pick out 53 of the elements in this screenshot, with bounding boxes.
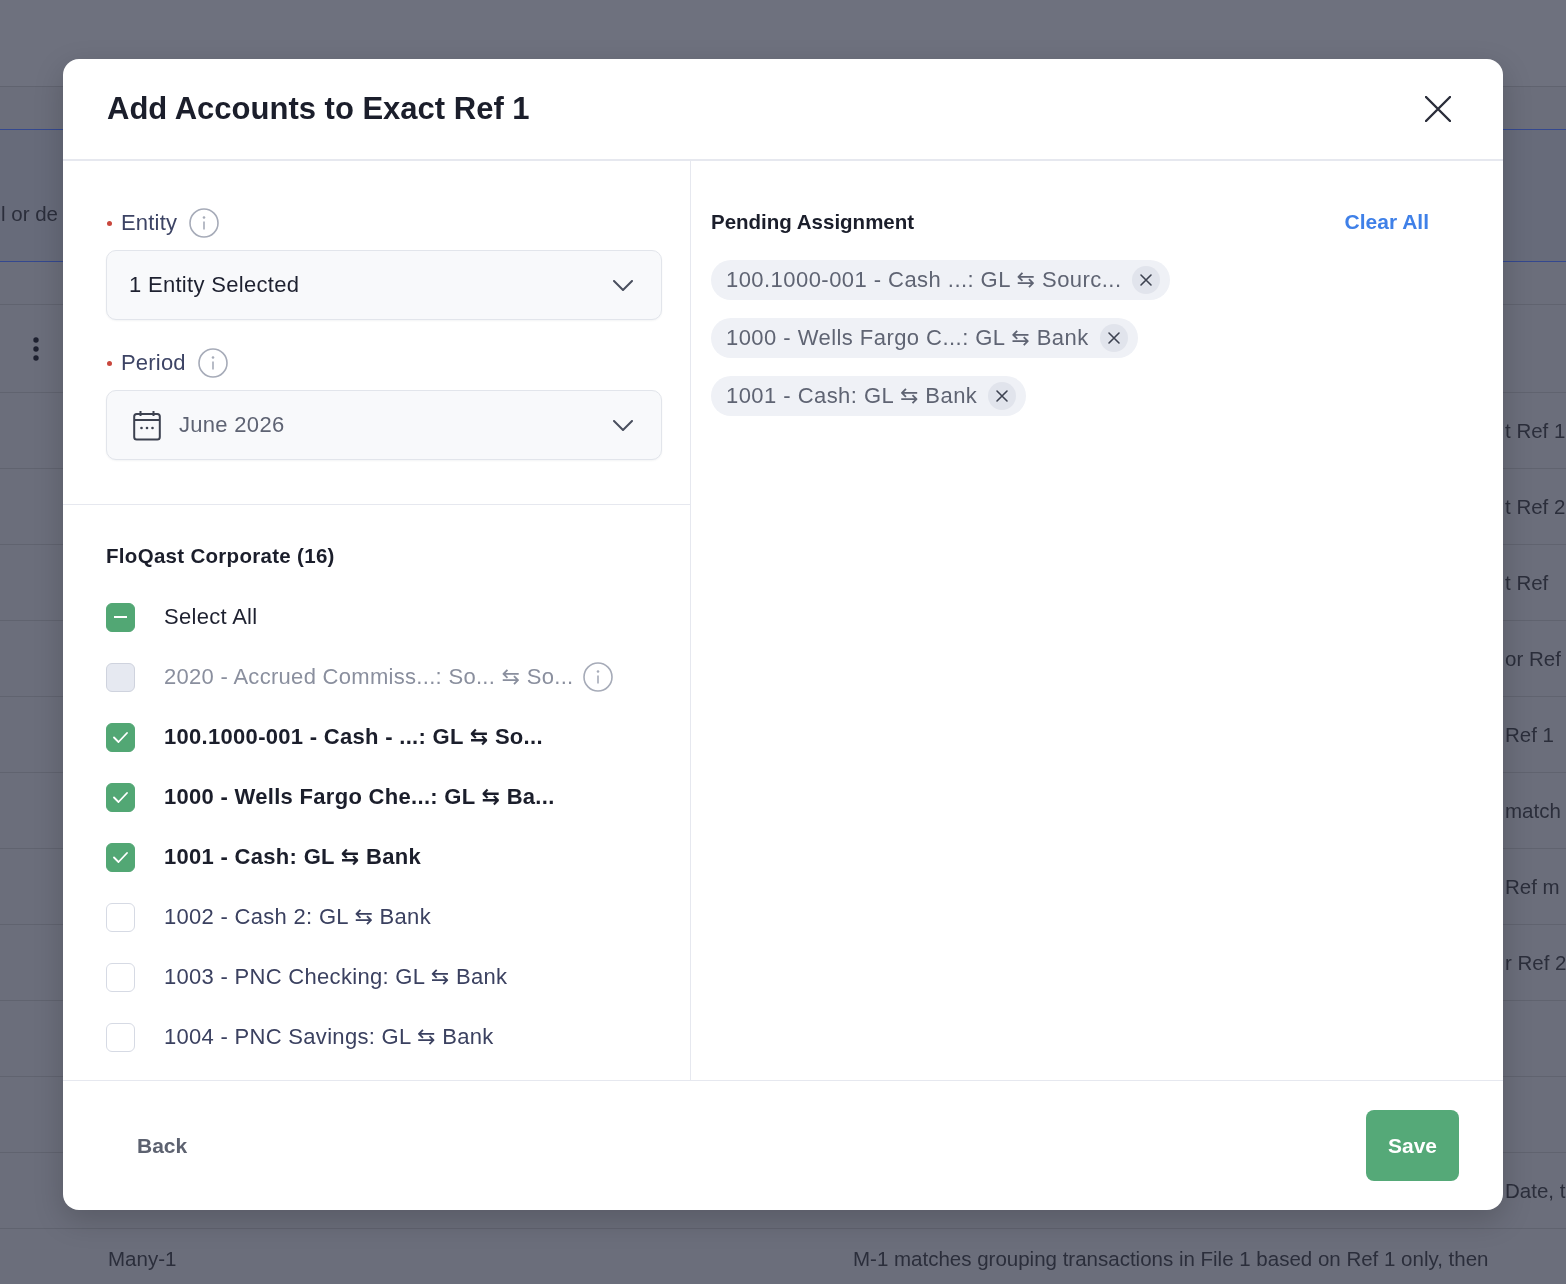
checkbox[interactable]	[106, 722, 135, 752]
remove-button[interactable]	[988, 382, 1017, 410]
table-cell: l or de	[1, 201, 58, 227]
account-label[interactable]: 1003 - PNC Checking: GL ⇆ Bank	[164, 964, 508, 990]
table-cell: Ref 1	[1505, 721, 1554, 748]
table-cell: match	[1505, 797, 1561, 824]
info-icon[interactable]	[197, 348, 228, 378]
chip-label: 100.1000-001 - Cash ...: GL ⇆ Sourc...	[726, 267, 1122, 293]
account-label[interactable]: 100.1000-001 - Cash - ...: GL ⇆ So...	[164, 724, 543, 750]
checkbox[interactable]	[106, 842, 135, 872]
close-icon	[1425, 96, 1451, 122]
chip-label: 1000 - Wells Fargo C...: GL ⇆ Bank	[726, 325, 1089, 351]
chip-label: 1001 - Cash: GL ⇆ Bank	[726, 383, 978, 409]
section-title: Pending Assignment	[711, 210, 915, 234]
group-heading: FloQast Corporate (16)	[106, 543, 335, 569]
clear-all-link[interactable]: Clear All	[1344, 210, 1429, 234]
info-icon[interactable]	[583, 662, 614, 692]
close-icon	[1132, 266, 1161, 294]
close-icon	[988, 382, 1017, 410]
date-dropdown[interactable]: June 2026	[106, 390, 662, 460]
remove-button[interactable]	[1099, 324, 1128, 352]
remove-button[interactable]	[1132, 266, 1161, 294]
checkbox[interactable]	[106, 782, 135, 812]
close-icon	[1099, 324, 1128, 352]
table-cell: M-1 matches grouping transactions in File 1 based on Ref 1 only, then	[853, 1247, 1489, 1270]
select-dropdown[interactable]: 1 Entity Selected	[106, 250, 662, 320]
dialog-title: Add Accounts to Exact Ref 1	[107, 91, 530, 127]
table-cell: or Ref	[1505, 645, 1561, 672]
chevron-down-icon	[613, 279, 633, 291]
calendar-icon	[133, 409, 161, 441]
check-icon	[113, 791, 128, 803]
account-label[interactable]: 1004 - PNC Savings: GL ⇆ Bank	[164, 1024, 494, 1050]
account-label[interactable]: 1002 - Cash 2: GL ⇆ Bank	[164, 904, 431, 930]
checkbox-label[interactable]: Select All	[164, 604, 258, 630]
account-label[interactable]: 1001 - Cash: GL ⇆ Bank	[164, 844, 421, 870]
info-icon[interactable]	[189, 208, 220, 238]
more-icon[interactable]	[33, 336, 39, 361]
table-cell: t Ref 1	[1505, 417, 1566, 444]
check-icon	[113, 731, 128, 743]
checkbox[interactable]	[106, 602, 135, 632]
table-cell: t Ref 2	[1505, 493, 1566, 520]
check-icon	[113, 851, 128, 863]
table-cell: t Ref	[1505, 569, 1549, 596]
chevron-down-icon	[613, 419, 633, 431]
field-label: Entity	[121, 210, 178, 236]
account-label[interactable]: 1000 - Wells Fargo Che...: GL ⇆ Ba...	[164, 784, 555, 810]
minus-icon	[114, 616, 127, 618]
table-cell: r Ref 2	[1505, 949, 1566, 976]
field-label: Period	[121, 350, 186, 376]
table-cell: Ref m	[1505, 873, 1560, 900]
table-cell: Many-1	[108, 1247, 177, 1270]
back-button[interactable]: Back	[107, 1117, 218, 1174]
table-cell: Date, t	[1505, 1177, 1566, 1204]
